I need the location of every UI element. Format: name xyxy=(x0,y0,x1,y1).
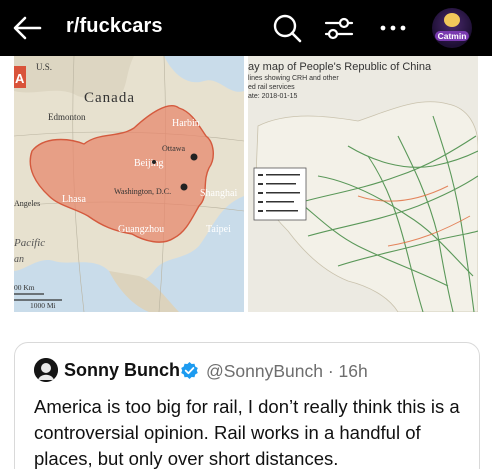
map-city-lhasa: Lhasa xyxy=(62,194,86,205)
rail-map-subtitle-2: ed rail services xyxy=(248,84,295,91)
map-scale-mi: 1000 Mi xyxy=(30,301,56,310)
search-icon[interactable] xyxy=(270,12,304,44)
rail-map-subtitle-1: lines showing CRH and other xyxy=(248,75,339,82)
rail-map-title: ay map of People's Republic of China xyxy=(248,61,432,73)
map-label-canada: Canada xyxy=(84,90,135,106)
tweet-author-name[interactable]: Sonny Bunch xyxy=(64,360,180,381)
tweet-text: America is too big for rail, I don’t rea… xyxy=(34,396,460,469)
filter-icon[interactable] xyxy=(322,12,356,44)
map-label-us: U.S. xyxy=(36,62,52,72)
avatar-face-icon xyxy=(444,13,460,27)
map-scale-km: 00 Km xyxy=(14,283,35,292)
map-city-beijing: Beijing xyxy=(134,158,163,169)
verified-badge-icon xyxy=(180,361,199,380)
map-city-washington: Washington, D.C. xyxy=(114,187,171,196)
map-city-shanghai: Shanghai xyxy=(200,188,237,199)
rail-map-date: ate: 2018-01-15 xyxy=(248,93,298,100)
back-arrow-icon[interactable] xyxy=(10,12,44,44)
subreddit-name[interactable]: r/fuckcars xyxy=(66,15,163,38)
map-city-guangzhou: Guangzhou xyxy=(118,224,164,235)
more-icon[interactable] xyxy=(376,12,410,44)
map-city-taipei: Taipei xyxy=(206,224,231,235)
map-label-ocean: an xyxy=(14,254,24,265)
map-city-edmonton: Edmonton xyxy=(48,112,86,122)
china-over-north-america-map: U.S. Canada Edmonton Harbin Ottawa Beiji… xyxy=(14,56,244,312)
tweet-author-avatar[interactable] xyxy=(34,358,58,382)
user-avatar[interactable]: Catmin xyxy=(432,8,472,48)
map-city-angeles: Angeles xyxy=(14,199,40,208)
avatar-badge: Catmin xyxy=(435,31,469,41)
map-city-harbin: Harbin xyxy=(172,118,200,129)
tweet-handle-and-time: @SonnyBunch · 16h xyxy=(206,361,368,381)
china-railway-map: ay map of People's Republic of China lin… xyxy=(248,56,478,312)
map-city-ottawa: Ottawa xyxy=(162,144,186,153)
map-corner-badge-label: A xyxy=(15,71,25,86)
app-top-bar: r/fuckcars Catmin xyxy=(0,0,492,56)
map-label-pacific: Pacific xyxy=(14,237,45,249)
